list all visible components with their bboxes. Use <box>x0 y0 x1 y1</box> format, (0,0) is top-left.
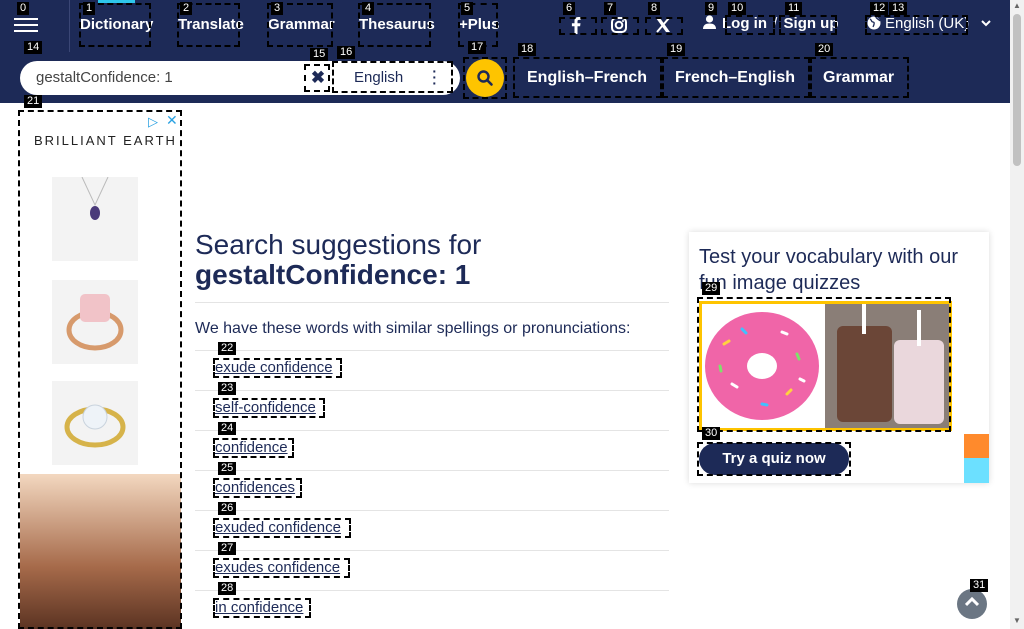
marker-label: 21 <box>24 95 43 108</box>
chevron-up-icon <box>964 596 980 607</box>
scroll-down-icon[interactable]: ▼ <box>1013 617 1021 625</box>
suggestion-link[interactable]: in confidence <box>215 599 303 616</box>
divider <box>195 590 669 591</box>
marker-label: 3 <box>271 2 284 15</box>
search-term: gestaltConfidence: 1 <box>195 259 471 290</box>
divider <box>195 510 669 511</box>
marker-label: 2 <box>180 2 193 15</box>
ad-product-image <box>52 280 138 364</box>
marker-label: 30 <box>702 427 721 440</box>
marker-label: 24 <box>218 422 237 435</box>
tab-grammar[interactable]: Grammar <box>823 52 894 103</box>
kebab-menu-icon: · · · <box>432 63 437 91</box>
marker-label: 13 <box>889 2 908 15</box>
user-icon <box>703 15 716 29</box>
ad-brand: BRILLIANT EARTH <box>34 133 177 148</box>
marker-label: 6 <box>563 2 576 15</box>
ad-product-image <box>52 381 138 465</box>
marker-label: 7 <box>604 2 617 15</box>
marker-label: 22 <box>218 342 237 355</box>
marker-label: 4 <box>362 2 375 15</box>
marker-label: 12 <box>870 2 889 15</box>
search-button[interactable] <box>466 59 504 97</box>
search-results-heading: Search suggestions for gestaltConfidence… <box>195 230 669 290</box>
ad-model-image <box>20 474 181 629</box>
top-navigation-bar: Dictionary Translate Grammar Thesaurus +… <box>0 0 1010 52</box>
marker-label: 27 <box>218 542 237 555</box>
marker-label: 8 <box>648 2 661 15</box>
quiz-image[interactable] <box>699 301 952 431</box>
back-to-top-button[interactable] <box>957 589 987 619</box>
suggestion-link[interactable]: exuded confidence <box>215 519 341 536</box>
dictionary-selector-label: English <box>354 69 404 86</box>
divider <box>195 302 669 303</box>
suggestion-link[interactable]: confidences <box>215 479 295 496</box>
language-selector[interactable]: English (UK) <box>867 15 992 32</box>
marker-label: 31 <box>970 579 989 592</box>
ad-product-image <box>52 176 138 261</box>
marker-label: 25 <box>218 462 237 475</box>
chevron-down-icon <box>981 20 992 27</box>
marker-label: 14 <box>24 41 43 54</box>
marker-label: 26 <box>218 502 237 515</box>
marker-label: 18 <box>518 43 537 56</box>
close-ad-icon[interactable]: ✕ <box>166 112 178 129</box>
search-icon <box>477 70 493 86</box>
marker-label: 9 <box>705 2 718 15</box>
try-quiz-button[interactable]: Try a quiz now <box>699 443 849 475</box>
marker-label: 19 <box>667 43 686 56</box>
divider <box>195 390 669 391</box>
suggestion-link[interactable]: exudes confidence <box>215 559 340 576</box>
divider <box>195 470 669 471</box>
marker-label: 5 <box>461 2 474 15</box>
marker-label: 16 <box>337 46 356 59</box>
advertisement[interactable]: ▷ ✕ BRILLIANT EARTH <box>20 111 181 629</box>
login-link[interactable]: Log in <box>722 15 767 32</box>
suggestion-link[interactable]: confidence <box>215 439 288 456</box>
divider <box>195 550 669 551</box>
globe-icon <box>867 16 881 30</box>
suggestion-link[interactable]: self-confidence <box>215 399 316 416</box>
marker-label: 20 <box>815 43 834 56</box>
quiz-title: Test your vocabulary with our fun image … <box>699 246 959 294</box>
language-label: English (UK) <box>885 15 970 32</box>
tab-english-french[interactable]: English–French <box>527 52 647 103</box>
page-title: Search suggestions for <box>195 229 482 260</box>
marker-label: 1 <box>83 2 96 15</box>
tab-french-english[interactable]: French–English <box>675 52 795 103</box>
scrollbar[interactable]: ▲ ▼ <box>1010 0 1024 629</box>
feedback-tab[interactable] <box>964 434 989 458</box>
divider <box>195 430 669 431</box>
marker-label: 23 <box>218 382 237 395</box>
signup-link[interactable]: Sign up <box>784 15 839 32</box>
dictionary-selector[interactable]: English · · · <box>335 64 451 92</box>
scroll-up-icon[interactable]: ▲ <box>1013 2 1021 10</box>
marker-label: 10 <box>728 2 747 15</box>
scrollbar-thumb[interactable] <box>1013 14 1021 166</box>
x-icon[interactable] <box>648 17 678 35</box>
divider <box>69 0 70 52</box>
clear-search-icon[interactable]: ✖ <box>307 66 329 90</box>
marker-label: 0 <box>17 2 30 15</box>
marker-label: 15 <box>310 48 329 61</box>
separator: / <box>773 15 778 32</box>
suggestion-link[interactable]: exude confidence <box>215 359 333 376</box>
account-links: Log in / Sign up <box>703 15 839 32</box>
marker-label: 29 <box>702 282 721 295</box>
divider <box>195 350 669 351</box>
feedback-tab[interactable] <box>964 458 989 483</box>
marker-label: 17 <box>468 41 487 54</box>
adchoices-icon[interactable]: ▷ <box>148 114 158 130</box>
search-input[interactable] <box>36 69 316 86</box>
instagram-icon[interactable] <box>604 17 634 35</box>
facebook-icon[interactable] <box>561 17 591 35</box>
quiz-promo: Test your vocabulary with our fun image … <box>689 232 989 483</box>
marker-label: 28 <box>218 582 237 595</box>
menu-icon[interactable] <box>14 14 38 34</box>
marker-label: 11 <box>785 2 803 15</box>
suggestions-intro: We have these words with similar spellin… <box>195 320 631 337</box>
